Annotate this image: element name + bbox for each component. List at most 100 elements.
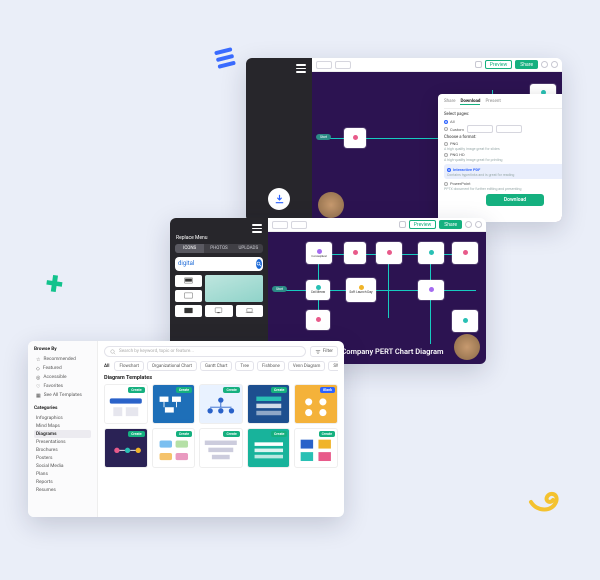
category-item[interactable]: Plans — [34, 470, 91, 478]
flow-node[interactable] — [306, 310, 330, 330]
bell-icon[interactable] — [541, 61, 548, 68]
flow-node[interactable]: Cat Meow — [306, 280, 330, 300]
radio-all[interactable]: All — [444, 119, 455, 124]
share-button[interactable]: Share — [515, 60, 538, 69]
select-pages-label: Select pages: — [444, 112, 562, 117]
tab-icons[interactable]: ICONS — [175, 244, 204, 253]
template-card[interactable]: Create — [104, 384, 148, 424]
preview-button[interactable]: Preview — [409, 220, 436, 229]
download-icon[interactable] — [268, 188, 290, 210]
tag-chip[interactable]: Gantt Chart — [200, 361, 232, 371]
icon-result[interactable] — [175, 275, 202, 287]
category-item[interactable]: Brochures — [34, 446, 91, 454]
all-label: All — [104, 364, 109, 369]
presenter-avatar — [454, 334, 480, 360]
template-card[interactable]: Blank — [294, 384, 338, 424]
category-item[interactable]: Posters — [34, 454, 91, 462]
tab-uploads[interactable]: UPLOADS — [234, 244, 263, 253]
flow-node[interactable]: Conceptual — [306, 242, 332, 264]
tab-present[interactable]: Present — [485, 99, 500, 105]
editor-window-download: Preview Share Start Design Items iagram … — [246, 58, 562, 222]
flow-node[interactable] — [418, 242, 444, 264]
gallery-search[interactable]: Search by keyword, topic or feature... — [104, 346, 306, 357]
category-item[interactable]: Infographics — [34, 414, 91, 422]
editor-canvas: Start Design Items iagram × Share Downlo… — [312, 72, 562, 222]
template-card[interactable]: Create — [104, 428, 148, 468]
icon-result[interactable] — [175, 305, 202, 317]
browse-item[interactable]: ◎Accessible — [34, 373, 91, 382]
filter-button[interactable]: Filter — [310, 346, 338, 357]
icon-result[interactable] — [236, 305, 263, 317]
browse-item[interactable]: ▦See All Templates — [34, 391, 91, 400]
tag-row: All Flowchart Organizational ChartGantt C… — [104, 361, 338, 371]
flow-node[interactable] — [344, 128, 366, 148]
editor-sidebar — [246, 58, 312, 222]
category-item[interactable]: Resumes — [34, 486, 91, 494]
browse-item[interactable]: ◇Featured — [34, 364, 91, 373]
flow-node[interactable] — [452, 310, 478, 332]
avatar[interactable] — [475, 221, 482, 228]
upload-icon[interactable] — [399, 221, 406, 228]
radio-ppt[interactable]: PowerPoint — [444, 181, 562, 186]
share-button[interactable]: Share — [439, 220, 462, 229]
start-node[interactable]: Start — [272, 286, 287, 292]
icon-result-illustration[interactable] — [205, 275, 263, 302]
template-card[interactable]: Create — [294, 428, 338, 468]
tag-chip[interactable]: Flowchart — [114, 361, 143, 371]
tag-chip[interactable]: SWOT Analysis — [328, 361, 338, 371]
tag-chip[interactable]: Venn Diagram — [288, 361, 325, 371]
download-button[interactable]: Download — [486, 194, 544, 206]
category-item[interactable]: Mind Maps — [34, 422, 91, 430]
template-card[interactable]: Create — [152, 428, 196, 468]
modal-tabs: Share Download Present — [444, 99, 562, 109]
page-from-input[interactable] — [467, 125, 493, 133]
icon-result[interactable] — [205, 305, 232, 317]
editor-topbar: Preview Share — [312, 58, 562, 72]
png-sub: A high quality image great for slides — [444, 147, 562, 151]
template-card[interactable]: Create — [199, 428, 243, 468]
template-card[interactable]: Create — [152, 384, 196, 424]
flow-node[interactable] — [376, 242, 402, 264]
template-card[interactable]: Create — [247, 428, 291, 468]
ppt-sub: PPTX document for further editing and pr… — [444, 187, 562, 191]
asset-tabs: ICONS PHOTOS UPLOADS — [175, 244, 263, 253]
tab-download[interactable]: Download — [460, 99, 480, 105]
hamburger-icon[interactable] — [252, 224, 262, 233]
template-card[interactable]: Create — [199, 384, 243, 424]
avatar[interactable] — [551, 61, 558, 68]
tab-share[interactable]: Share — [444, 99, 455, 105]
page-to-input[interactable] — [496, 125, 522, 133]
upload-icon[interactable] — [475, 61, 482, 68]
search-input[interactable] — [178, 260, 254, 267]
search-icon[interactable] — [256, 259, 262, 269]
flow-node[interactable] — [344, 242, 366, 264]
flow-node[interactable] — [452, 242, 478, 264]
radio-pnghd[interactable]: PNG HD — [444, 152, 562, 157]
category-item[interactable]: Presentations — [34, 438, 91, 446]
icon-result[interactable] — [175, 290, 202, 302]
radio-custom[interactable]: Custom — [444, 127, 464, 132]
title-chip-2 — [335, 61, 351, 69]
tab-photos[interactable]: PHOTOS — [204, 244, 233, 253]
category-item[interactable]: Reports — [34, 478, 91, 486]
radio-pdf[interactable]: Interactive PDF — [447, 167, 562, 172]
panel-title: Replace Menu — [176, 235, 208, 241]
bell-icon[interactable] — [465, 221, 472, 228]
tag-chip[interactable]: Tree — [235, 361, 254, 371]
tag-chip[interactable]: Organizational Chart — [147, 361, 197, 371]
flow-node[interactable] — [418, 280, 444, 300]
category-item[interactable]: Diagrams — [34, 430, 91, 438]
flow-node[interactable]: Soft Launch Day — [346, 278, 376, 302]
start-node[interactable]: Start — [316, 134, 331, 140]
format-pdf-row[interactable]: Interactive PDF Contains hyperlinks and … — [444, 164, 562, 179]
hamburger-icon[interactable] — [296, 64, 306, 73]
radio-png[interactable]: PNG — [444, 141, 562, 146]
template-card[interactable]: Create — [247, 384, 291, 424]
title-chip-2 — [291, 221, 307, 229]
browse-item[interactable]: ☆Recommended — [34, 355, 91, 364]
preview-button[interactable]: Preview — [485, 60, 512, 69]
browse-item[interactable]: ♡Favorites — [34, 382, 91, 391]
category-item[interactable]: Social Media — [34, 462, 91, 470]
tag-chip[interactable]: Fishbone — [257, 361, 285, 371]
pdf-sub: Contains hyperlinks and is great for rea… — [447, 173, 562, 177]
